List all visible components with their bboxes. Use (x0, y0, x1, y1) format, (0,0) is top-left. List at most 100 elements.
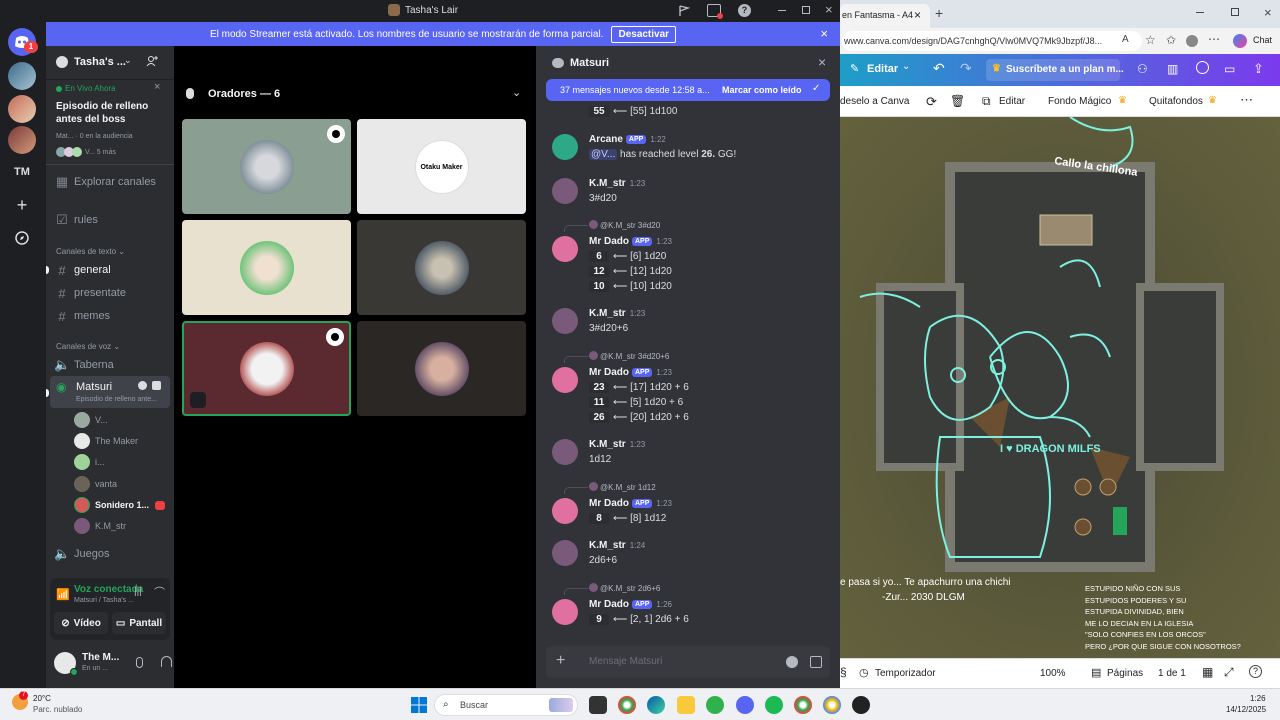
avatar[interactable] (552, 134, 578, 160)
message-author[interactable]: Mr Dado APP 1:23 (589, 498, 672, 509)
subscribe-button[interactable]: ♛ Suscríbete a un plan m... (986, 59, 1124, 81)
app-icon[interactable] (852, 696, 870, 714)
pages-button[interactable]: Páginas (1107, 668, 1143, 679)
add-attachment-icon[interactable]: + (556, 652, 565, 670)
avatar[interactable] (552, 367, 578, 393)
voice-user[interactable]: The Maker (74, 431, 138, 451)
chrome-icon[interactable] (794, 696, 812, 714)
headphones-icon[interactable] (161, 656, 172, 667)
explore-servers-icon[interactable] (8, 224, 36, 252)
message-author[interactable]: Mr Dado APP 1:23 (589, 236, 672, 247)
comment-icon[interactable] (1196, 61, 1209, 74)
weather-desc[interactable]: Parc. nublado (33, 705, 82, 714)
share-icon[interactable]: ⇪ (1253, 61, 1264, 77)
avatar[interactable] (552, 540, 578, 566)
message-input-box[interactable]: + Mensaje Matsuri (546, 646, 830, 678)
close-icon[interactable]: × (825, 2, 833, 17)
clock-time[interactable]: 1:26 (1250, 694, 1266, 703)
present-icon[interactable]: ▭ (1224, 62, 1235, 76)
people-icon[interactable]: ⚇ (1137, 62, 1148, 76)
close-tab-icon[interactable]: × (914, 8, 921, 22)
channel-presentate[interactable]: # presentate (54, 283, 170, 303)
voice-user[interactable]: V... (74, 410, 108, 430)
close-window-icon[interactable]: × (1264, 5, 1272, 20)
chat-icon[interactable] (138, 381, 147, 390)
add-member-icon[interactable] (146, 55, 158, 67)
design-canvas[interactable]: I ♥ DRAGON MILFS Callo la chillona e pas… (840, 117, 1280, 658)
toolbar-item[interactable]: deselo a Canva (840, 96, 910, 107)
chat-label[interactable]: Chat (1253, 35, 1272, 45)
chevron-down-icon[interactable]: ⌄ (902, 61, 910, 72)
notes-icon[interactable]: § (840, 665, 847, 679)
avatar[interactable] (552, 236, 578, 262)
reply-reference[interactable]: @K.M_str 1d12 (589, 482, 656, 492)
more-options-icon[interactable]: ⋯ (1208, 32, 1220, 46)
message-author[interactable]: K.M_str 1:24 (589, 540, 645, 551)
voice-channel-juegos[interactable]: 🔈 Juegos (54, 544, 170, 564)
voice-user[interactable]: vanta (74, 474, 117, 494)
new-tab-icon[interactable]: + (935, 5, 943, 21)
maximize-icon[interactable] (802, 6, 810, 14)
speaker-tile[interactable] (182, 119, 351, 214)
avatar[interactable] (552, 308, 578, 334)
file-explorer-icon[interactable] (677, 696, 695, 714)
disable-streamer-button[interactable]: Desactivar (611, 25, 677, 43)
server-icon-2[interactable] (8, 95, 36, 123)
redo-icon[interactable]: ↷ (960, 60, 972, 77)
toolbar-item[interactable]: Editar (999, 96, 1025, 107)
screen-share-button[interactable]: ▭ Pantall (112, 612, 166, 634)
event-close-icon[interactable]: × (154, 81, 160, 93)
channel-memes[interactable]: # memes (54, 306, 170, 326)
message-author[interactable]: Mr Dado APP 1:26 (589, 599, 672, 610)
more-options-icon[interactable]: ⋯ (1240, 92, 1253, 108)
video-button[interactable]: ⊘ Vídeo (54, 612, 108, 634)
speaker-tile[interactable] (182, 220, 351, 315)
microphone-icon[interactable] (136, 657, 143, 668)
tab-canva[interactable]: en Fantasma - A4 × (840, 4, 930, 28)
windows-start-icon[interactable] (411, 697, 427, 713)
task-view-icon[interactable] (589, 696, 607, 714)
chrome-icon[interactable] (618, 696, 636, 714)
voice-user[interactable]: K.M_str (74, 516, 126, 536)
undo-icon[interactable]: ↶ (933, 60, 945, 77)
help-icon[interactable]: ? (738, 4, 751, 17)
read-aloud-icon[interactable]: A (1122, 34, 1129, 45)
grid-view-icon[interactable]: ▦ (1202, 665, 1213, 679)
server-header[interactable]: Tasha's ... ⌄ (46, 46, 174, 80)
reply-reference[interactable]: @K.M_str 3#d20+6 (589, 351, 669, 361)
chrome-profile-icon[interactable] (823, 696, 841, 714)
disconnect-icon[interactable]: ⌒ (154, 584, 165, 600)
voice-location[interactable]: Matsuri / Tasha's ... (74, 597, 134, 604)
text-channels-header[interactable]: Canales de texto ⌄ (56, 247, 125, 256)
voice-user[interactable]: i... (74, 452, 105, 472)
explore-channels[interactable]: ▦ Explorar canales (54, 172, 170, 192)
profile-avatar[interactable] (1186, 35, 1198, 47)
speaker-tile-active[interactable] (182, 321, 351, 416)
speaker-tile[interactable] (357, 321, 526, 416)
discord-taskbar-icon[interactable] (736, 696, 754, 714)
add-server-icon[interactable]: + (8, 192, 36, 220)
new-messages-bar[interactable]: 37 mensajes nuevos desde 12:58 a... Marc… (546, 79, 830, 101)
edge-icon[interactable] (647, 696, 665, 714)
user-mention[interactable]: @V... (589, 149, 618, 160)
minimize-icon[interactable] (778, 10, 786, 11)
toolbar-item[interactable]: Fondo Mágico (1048, 96, 1111, 107)
timer-button[interactable]: Temporizador (875, 668, 936, 679)
app-icon[interactable] (706, 696, 724, 714)
screen-share-icon[interactable] (707, 4, 723, 19)
toolbar-item[interactable]: Quitafondos (1149, 96, 1203, 107)
add-user-icon[interactable] (152, 381, 161, 390)
maximize-icon[interactable] (1231, 8, 1239, 16)
message-author[interactable]: Arcane APP 1:22 (589, 134, 666, 145)
fullscreen-icon[interactable]: ⤢ (1224, 665, 1234, 680)
voice-channel-taberna[interactable]: 🔈 Taberna (54, 355, 170, 375)
message-author[interactable]: K.M_str 1:23 (589, 178, 645, 189)
reply-reference[interactable]: @K.M_str 3#d20 (589, 220, 660, 230)
star-icon[interactable]: ☆ (1145, 33, 1156, 47)
avatar[interactable] (552, 439, 578, 465)
avatar[interactable] (552, 599, 578, 625)
message-author[interactable]: K.M_str 1:23 (589, 308, 645, 319)
speaker-tile[interactable] (357, 220, 526, 315)
message-author[interactable]: Mr Dado APP 1:23 (589, 367, 672, 378)
noise-suppression-icon[interactable]: ||| (134, 586, 142, 597)
